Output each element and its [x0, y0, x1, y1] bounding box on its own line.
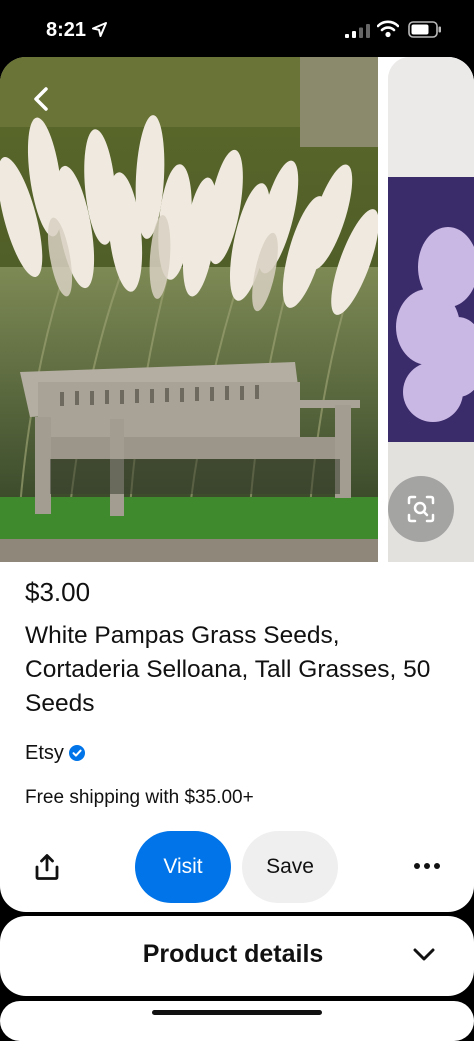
brand-row[interactable]: Etsy [25, 740, 85, 766]
location-arrow-icon [92, 22, 107, 37]
status-time: 8:21 [46, 19, 87, 41]
cell-signal-icon [345, 24, 370, 38]
visual-search-button[interactable] [388, 476, 454, 542]
product-details-label: Product details [142, 940, 324, 968]
battery-icon [408, 21, 441, 38]
share-button[interactable] [34, 853, 60, 881]
chevron-down-icon[interactable] [413, 948, 435, 962]
back-button[interactable] [30, 85, 54, 113]
shipping-info: Free shipping with $35.00+ [25, 787, 254, 808]
verified-badge-icon [68, 745, 85, 761]
next-section-peek [0, 1001, 474, 1041]
visit-button[interactable]: Visit [135, 831, 231, 903]
pin-card: $3.00 White Pampas Grass Seeds, Cortader… [0, 57, 474, 912]
product-title: White Pampas Grass Seeds, Cortaderia Sel… [25, 622, 431, 717]
brand-name[interactable]: Etsy [25, 742, 64, 765]
product-image[interactable] [0, 57, 378, 562]
wifi-icon [377, 20, 399, 38]
status-bar: 8:21 [0, 0, 474, 58]
home-indicator [152, 1010, 322, 1015]
product-price: $3.00 [25, 577, 91, 607]
visual-search-icon [407, 495, 435, 523]
save-button[interactable]: Save [242, 831, 338, 903]
product-details-section[interactable]: Product details [0, 916, 474, 996]
more-icon[interactable] [412, 860, 442, 872]
